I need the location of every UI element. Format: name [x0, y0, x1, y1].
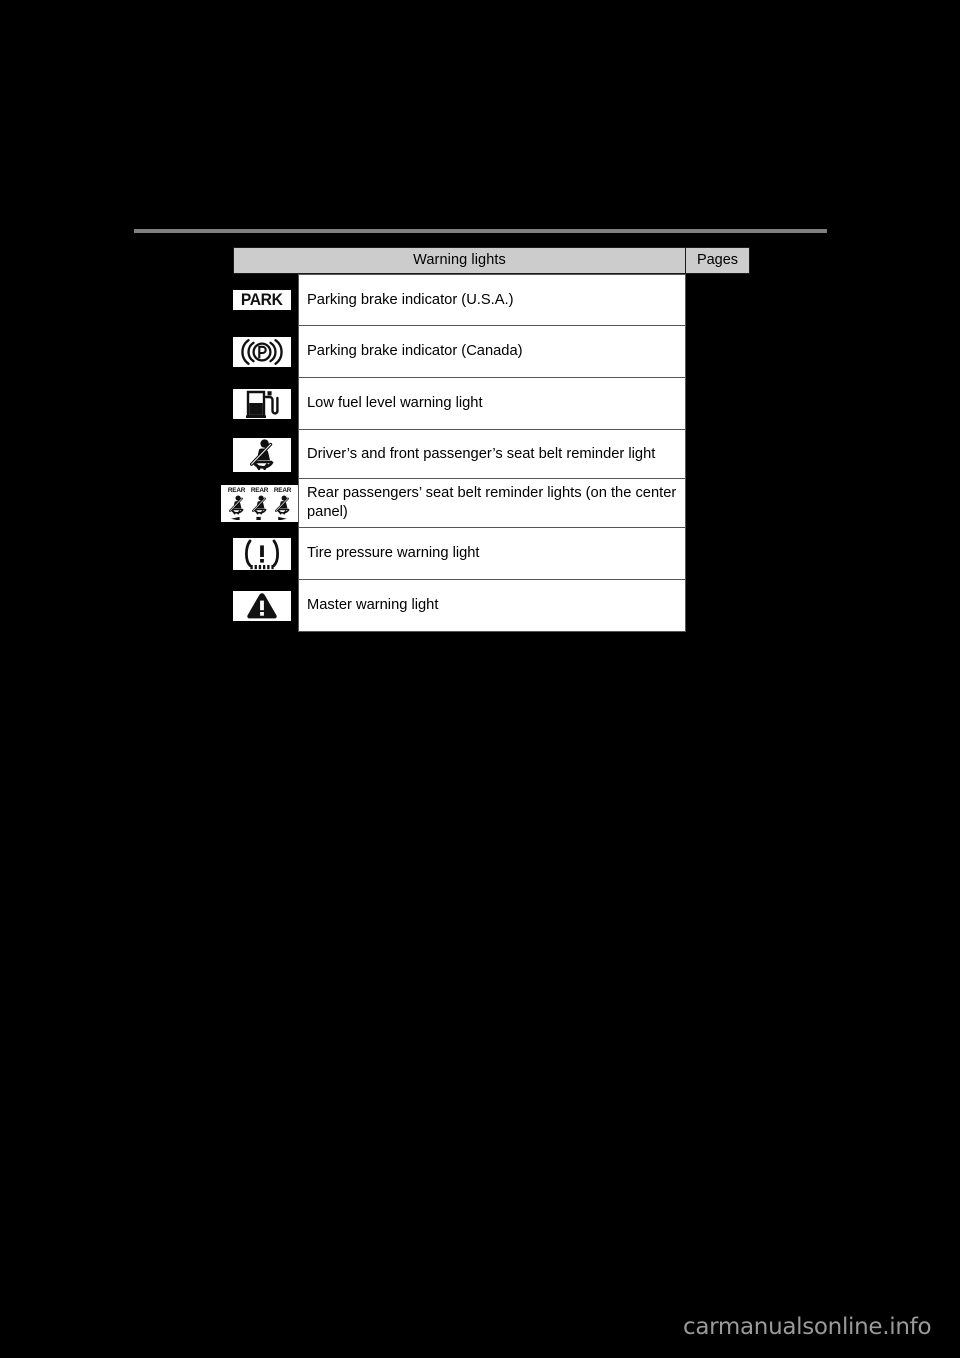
rear-label: REAR	[273, 487, 292, 494]
cell-gap	[291, 430, 298, 479]
rear-seat-belt-glyph-left	[229, 495, 244, 520]
icon-cell	[233, 580, 291, 632]
row-description-text: Master warning light	[307, 597, 439, 613]
icon-cell	[233, 528, 291, 580]
master-warning-triangle-glyph	[247, 593, 277, 619]
table-row: REAR REAR REAR Rear passengers’ seat bel…	[221, 479, 686, 528]
row-description-text: Parking brake indicator (U.S.A.)	[307, 291, 514, 308]
rear-seat-belt-glyph-right	[275, 495, 290, 520]
seat-belt-reminder-icon	[233, 437, 291, 472]
page-header-rule	[134, 229, 827, 233]
row-description-text: Driver’s and front passenger’s seat belt…	[307, 445, 656, 462]
table-row: PARK Parking brake indicator (U.S.A.)	[233, 274, 686, 326]
cell-gap	[291, 378, 298, 430]
table-body: PARK Parking brake indicator (U.S.A.) Pa…	[221, 274, 686, 632]
table-row: Master warning light	[233, 580, 686, 632]
row-description: Rear passengers’ seat belt reminder ligh…	[298, 479, 686, 528]
park-icon-label: PARK	[241, 290, 283, 309]
rear-seat-belt-glyph-center	[252, 495, 267, 520]
parking-brake-circle-p-glyph	[241, 339, 283, 365]
seat-belt-reminder-glyph	[250, 438, 274, 470]
table-row: Tire pressure warning light	[233, 528, 686, 580]
row-description: Parking brake indicator (U.S.A.)	[298, 274, 686, 326]
rear-seat-belt-group: REAR REAR REAR	[226, 485, 293, 522]
table-row: Low fuel level warning light	[233, 378, 686, 430]
cell-gap	[291, 274, 298, 326]
icon-cell	[233, 430, 291, 479]
row-description: Driver’s and front passenger’s seat belt…	[298, 430, 686, 479]
row-description: Low fuel level warning light	[298, 378, 686, 430]
master-warning-triangle-icon	[233, 591, 291, 621]
icon-cell: REAR REAR REAR	[221, 479, 298, 528]
icon-cell: PARK	[233, 274, 291, 326]
table-header-row: Warning lights Pages	[233, 247, 750, 274]
cell-gap	[291, 528, 298, 580]
row-description-text: Low fuel level warning light	[307, 395, 483, 411]
tire-pressure-warning-glyph	[245, 539, 279, 570]
column-header-pages: Pages	[696, 252, 739, 269]
rear-seat-belt-center: REAR	[249, 487, 270, 520]
column-header-warning-lights: Warning lights	[234, 248, 686, 273]
parking-brake-circle-p-icon	[233, 337, 291, 367]
park-text-indicator-icon: PARK	[233, 290, 291, 310]
rear-seat-belt-reminder-icon: REAR REAR REAR	[221, 485, 298, 522]
warning-lights-table: Warning lights Pages PARK Parking brake …	[221, 247, 750, 632]
rear-seat-belt-right: REAR	[272, 487, 293, 520]
row-description-text: Parking brake indicator (Canada)	[307, 343, 523, 359]
tire-pressure-warning-icon	[233, 538, 291, 570]
row-description: Master warning light	[298, 580, 686, 632]
fuel-pump-icon	[233, 389, 291, 419]
icon-cell	[233, 378, 291, 430]
row-description-text: Rear passengers’ seat belt reminder ligh…	[307, 485, 677, 520]
site-watermark: carmanualsonline.info	[683, 1314, 932, 1340]
row-description-text: Tire pressure warning light	[307, 545, 480, 561]
rear-label: REAR	[250, 487, 269, 494]
icon-cell	[233, 326, 291, 378]
cell-gap	[291, 580, 298, 632]
cell-gap	[291, 326, 298, 378]
rear-seat-belt-left: REAR	[226, 487, 247, 520]
table-row: Parking brake indicator (Canada)	[233, 326, 686, 378]
row-description: Parking brake indicator (Canada)	[298, 326, 686, 378]
table-row: Driver’s and front passenger’s seat belt…	[233, 430, 686, 479]
row-description: Tire pressure warning light	[298, 528, 686, 580]
rear-label: REAR	[227, 487, 246, 494]
fuel-pump-glyph	[246, 390, 279, 418]
